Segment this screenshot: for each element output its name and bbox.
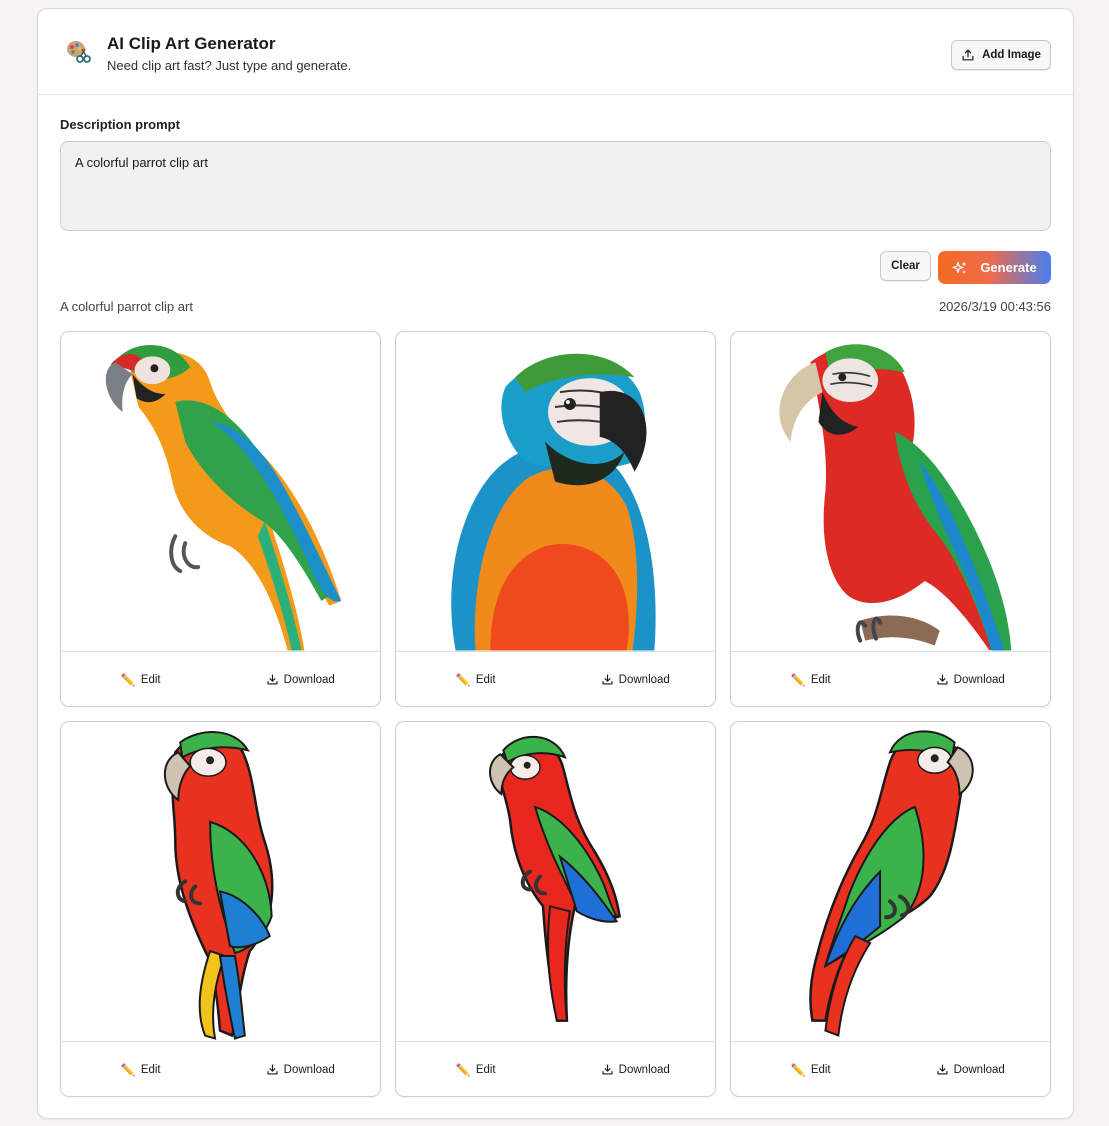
pencil-icon: ✏️ — [455, 1062, 471, 1077]
edit-label: Edit — [810, 673, 831, 686]
result-card: ✏️ Edit Download — [395, 721, 716, 1097]
edit-label: Edit — [475, 673, 496, 686]
parrot-image[interactable] — [61, 722, 380, 1042]
edit-label: Edit — [810, 1063, 831, 1076]
download-button[interactable]: Download — [556, 1063, 716, 1076]
parrot-image[interactable] — [731, 332, 1050, 652]
download-label: Download — [283, 1063, 335, 1076]
download-icon — [267, 674, 278, 685]
result-card: ✏️ Edit Download — [60, 331, 381, 707]
download-label: Download — [953, 673, 1005, 686]
parrot-illustration — [105, 344, 342, 651]
palette-scissors-icon — [67, 41, 91, 63]
edit-button[interactable]: ✏️ Edit — [61, 1063, 221, 1077]
download-button[interactable]: Download — [556, 673, 716, 686]
download-label: Download — [283, 673, 335, 686]
download-label: Download — [618, 673, 670, 686]
generate-button[interactable]: Generate — [938, 251, 1051, 284]
sparkles-icon — [952, 261, 967, 274]
generate-label: Generate — [980, 260, 1037, 275]
pencil-icon: ✏️ — [120, 1062, 136, 1077]
parrot-illustration — [451, 353, 656, 651]
pencil-icon: ✏️ — [455, 672, 471, 687]
edit-button[interactable]: ✏️ Edit — [61, 673, 221, 687]
download-label: Download — [953, 1063, 1005, 1076]
parrot-illustration — [809, 730, 974, 1037]
download-button[interactable]: Download — [891, 673, 1051, 686]
parrot-illustration — [779, 344, 1012, 651]
clear-button[interactable]: Clear — [880, 251, 931, 281]
parrot-illustration — [489, 736, 621, 1022]
upload-icon — [962, 49, 974, 61]
page-subtitle: Need clip art fast? Just type and genera… — [107, 58, 352, 73]
clip-art-generator-panel: AI Clip Art Generator Need clip art fast… — [37, 8, 1074, 1119]
download-icon — [937, 1064, 948, 1075]
pencil-icon: ✏️ — [120, 672, 136, 687]
result-card: ✏️ Edit Download — [730, 721, 1051, 1097]
download-icon — [602, 674, 613, 685]
edit-label: Edit — [140, 673, 161, 686]
result-card: ✏️ Edit Download — [395, 331, 716, 707]
parrot-image[interactable] — [396, 722, 715, 1042]
edit-label: Edit — [140, 1063, 161, 1076]
result-caption: A colorful parrot clip art — [60, 299, 193, 314]
download-button[interactable]: Download — [221, 1063, 381, 1076]
result-timestamp: 2026/3/19 00:43:56 — [938, 299, 1051, 314]
result-card: ✏️ Edit Download — [60, 721, 381, 1097]
download-button[interactable]: Download — [221, 673, 381, 686]
pencil-icon: ✏️ — [790, 672, 806, 687]
download-icon — [937, 674, 948, 685]
results-grid: ✏️ Edit Download ✏️ Edit Download ✏️ Edi… — [60, 331, 1051, 1097]
edit-button[interactable]: ✏️ Edit — [396, 673, 556, 687]
result-card: ✏️ Edit Download — [730, 331, 1051, 707]
edit-label: Edit — [475, 1063, 496, 1076]
download-icon — [602, 1064, 613, 1075]
edit-button[interactable]: ✏️ Edit — [396, 1063, 556, 1077]
description-prompt-input[interactable]: A colorful parrot clip art — [60, 141, 1051, 231]
add-image-button[interactable]: Add Image — [951, 40, 1051, 70]
header: AI Clip Art Generator Need clip art fast… — [38, 9, 1073, 95]
parrot-illustration — [164, 731, 274, 1040]
parrot-image[interactable] — [731, 722, 1050, 1042]
edit-button[interactable]: ✏️ Edit — [731, 1063, 891, 1077]
pencil-icon: ✏️ — [790, 1062, 806, 1077]
prompt-label: Description prompt — [60, 117, 180, 132]
download-icon — [267, 1064, 278, 1075]
download-button[interactable]: Download — [891, 1063, 1051, 1076]
add-image-label: Add Image — [982, 49, 1041, 61]
download-label: Download — [618, 1063, 670, 1076]
edit-button[interactable]: ✏️ Edit — [731, 673, 891, 687]
parrot-image[interactable] — [61, 332, 380, 652]
parrot-image[interactable] — [396, 332, 715, 652]
page-title: AI Clip Art Generator — [107, 34, 276, 53]
